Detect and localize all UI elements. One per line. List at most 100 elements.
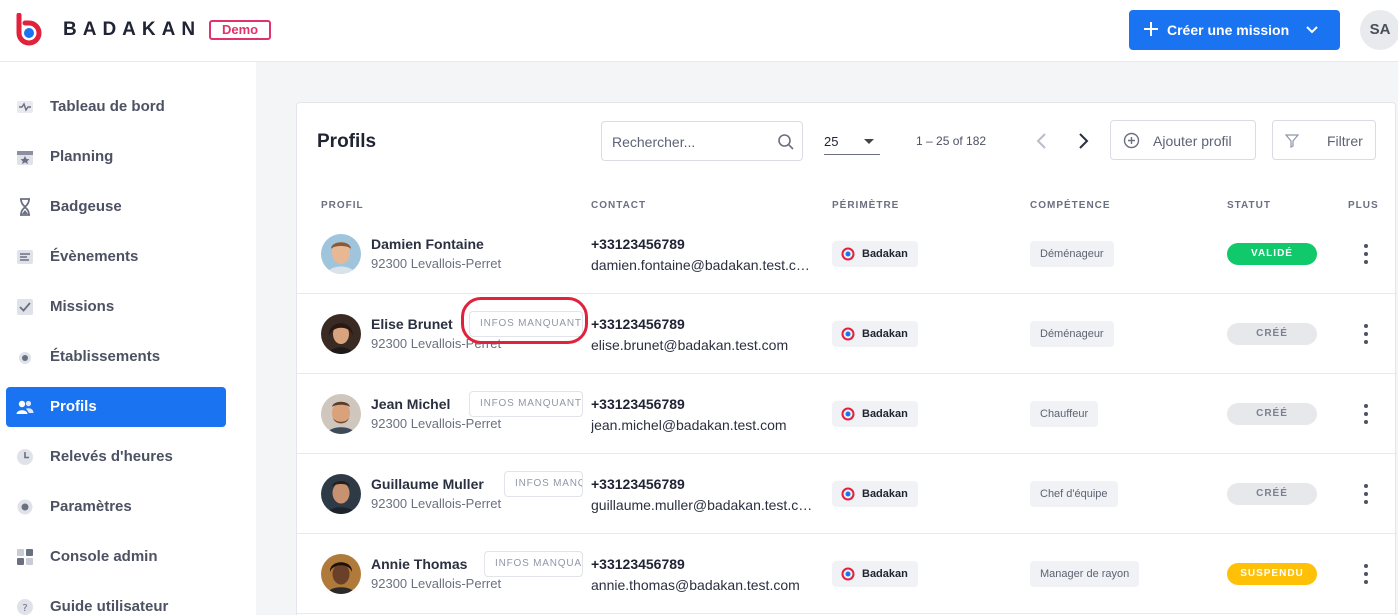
create-mission-label: Créer une mission [1167, 22, 1290, 38]
profile-email: guillaume.muller@badakan.test.com [591, 497, 813, 513]
table-row[interactable]: Jean Michel 92300 Levallois-Perret INFOS… [297, 374, 1397, 454]
profile-phone: +33123456789 [591, 396, 685, 412]
dashboard-icon [17, 101, 33, 113]
badakan-logo-icon [841, 567, 855, 581]
caret-down-icon [864, 139, 874, 144]
skill-chip: Chauffeur [1030, 401, 1099, 427]
sidebar-item-label: Guide utilisateur [50, 598, 169, 615]
calendar-icon [17, 151, 33, 165]
profile-name[interactable]: Annie Thomas [371, 556, 467, 572]
missing-info-badge: INFOS MANQUANTES [469, 391, 583, 417]
add-circle-icon [1123, 132, 1140, 149]
plus-icon [1144, 22, 1158, 36]
table-row[interactable]: Annie Thomas 92300 Levallois-Perret INFO… [297, 534, 1397, 614]
more-vertical-icon[interactable] [1356, 481, 1376, 507]
sidebar-item-label: Badgeuse [50, 198, 122, 215]
gear-icon [17, 499, 33, 515]
profile-phone: +33123456789 [591, 556, 685, 572]
location-icon [19, 352, 31, 364]
column-header-status[interactable]: STATUT [1227, 200, 1271, 211]
events-icon [17, 250, 33, 264]
status-badge: CRÉÉ [1227, 483, 1317, 505]
sidebar-item-badgeuse[interactable]: Badgeuse [6, 187, 226, 227]
profile-name[interactable]: Guillaume Muller [371, 476, 484, 492]
skill-chip: Manager de rayon [1030, 561, 1140, 587]
filter-button[interactable]: Filtrer [1272, 120, 1376, 160]
profile-name[interactable]: Elise Brunet [371, 316, 453, 332]
skill-chip: Chef d'équipe [1030, 481, 1118, 507]
filter-icon [1285, 134, 1299, 148]
chevron-right-icon[interactable] [1073, 131, 1093, 151]
column-header-perimeter[interactable]: PÉRIMÈTRE [832, 200, 899, 211]
annotation-highlight-circle [461, 297, 588, 344]
add-profile-button[interactable]: Ajouter profil [1110, 120, 1256, 160]
column-header-contact[interactable]: CONTACT [591, 200, 646, 211]
sidebar-item-timesheets[interactable]: Relevés d'heures [6, 437, 226, 477]
filter-label: Filtrer [1327, 133, 1363, 149]
status-badge: SUSPENDU [1227, 563, 1317, 585]
sidebar-item-admin-console[interactable]: Console admin [6, 537, 226, 577]
perimeter-label: Badakan [862, 408, 908, 420]
profile-name[interactable]: Jean Michel [371, 396, 450, 412]
clock-icon [17, 449, 33, 465]
sidebar-item-dashboard[interactable]: Tableau de bord [6, 87, 226, 127]
more-vertical-icon[interactable] [1356, 241, 1376, 267]
users-icon [16, 400, 34, 414]
profile-city: 92300 Levallois-Perret [371, 576, 502, 591]
sidebar-item-profiles[interactable]: Profils [6, 387, 226, 427]
profile-avatar [321, 394, 361, 434]
profile-avatar [321, 314, 361, 354]
profile-city: 92300 Levallois-Perret [371, 416, 502, 431]
missing-info-badge: INFOS MANQUANTES [484, 551, 583, 577]
sidebar-item-user-guide[interactable]: ? Guide utilisateur [6, 587, 226, 615]
search-icon[interactable] [777, 133, 795, 151]
table-row[interactable]: Elise Brunet 92300 Levallois-Perret INFO… [297, 294, 1397, 374]
checklist-icon [17, 299, 33, 315]
add-profile-label: Ajouter profil [1153, 133, 1232, 149]
user-avatar[interactable]: SA [1360, 10, 1398, 50]
chevron-down-icon[interactable] [1305, 24, 1319, 36]
column-header-more: PLUS [1348, 200, 1379, 211]
skill-chip: Déménageur [1030, 321, 1114, 347]
table-row[interactable]: Damien Fontaine 92300 Levallois-Perret +… [297, 214, 1397, 294]
perimeter-chip: Badakan [832, 561, 918, 587]
badakan-logo-icon [841, 327, 855, 341]
sidebar-item-label: Tableau de bord [50, 98, 165, 115]
perimeter-label: Badakan [862, 568, 908, 580]
search-input[interactable]: Rechercher... [601, 121, 803, 161]
missing-info-badge: INFOS MANQUANTES [504, 471, 583, 497]
chevron-left-icon[interactable] [1032, 131, 1052, 151]
create-mission-button[interactable]: Créer une mission [1129, 10, 1340, 50]
profile-phone: +33123456789 [591, 236, 685, 252]
badakan-logo-icon[interactable] [12, 13, 46, 47]
sidebar-item-events[interactable]: Évènements [6, 237, 226, 277]
sidebar-item-label: Établissements [50, 348, 161, 365]
sidebar-item-establishments[interactable]: Établissements [6, 337, 226, 377]
sidebar-item-missions[interactable]: Missions [6, 287, 226, 327]
brand-name: BADAKAN [63, 19, 202, 40]
more-vertical-icon[interactable] [1356, 401, 1376, 427]
profile-phone: +33123456789 [591, 316, 685, 332]
perimeter-chip: Badakan [832, 241, 918, 267]
column-header-profile[interactable]: PROFIL [321, 200, 364, 211]
hourglass-icon [20, 198, 30, 216]
profile-name[interactable]: Damien Fontaine [371, 236, 484, 252]
perimeter-label: Badakan [862, 488, 908, 500]
profile-avatar [321, 554, 361, 594]
sidebar-item-label: Missions [50, 298, 115, 315]
profile-city: 92300 Levallois-Perret [371, 256, 502, 271]
badakan-logo-icon [841, 247, 855, 261]
per-page-select[interactable]: 25 [824, 125, 880, 155]
status-badge: CRÉÉ [1227, 323, 1317, 345]
perimeter-label: Badakan [862, 328, 908, 340]
sidebar-item-planning[interactable]: Planning [6, 137, 226, 177]
profile-email: jean.michel@badakan.test.com [591, 417, 787, 433]
perimeter-chip: Badakan [832, 401, 918, 427]
more-vertical-icon[interactable] [1356, 561, 1376, 587]
search-placeholder: Rechercher... [612, 134, 696, 150]
more-vertical-icon[interactable] [1356, 321, 1376, 347]
table-row[interactable]: Guillaume Muller 92300 Levallois-Perret … [297, 454, 1397, 534]
admin-grid-icon [17, 549, 33, 565]
column-header-skill[interactable]: COMPÉTENCE [1030, 200, 1111, 211]
sidebar-item-settings[interactable]: Paramètres [6, 487, 226, 527]
